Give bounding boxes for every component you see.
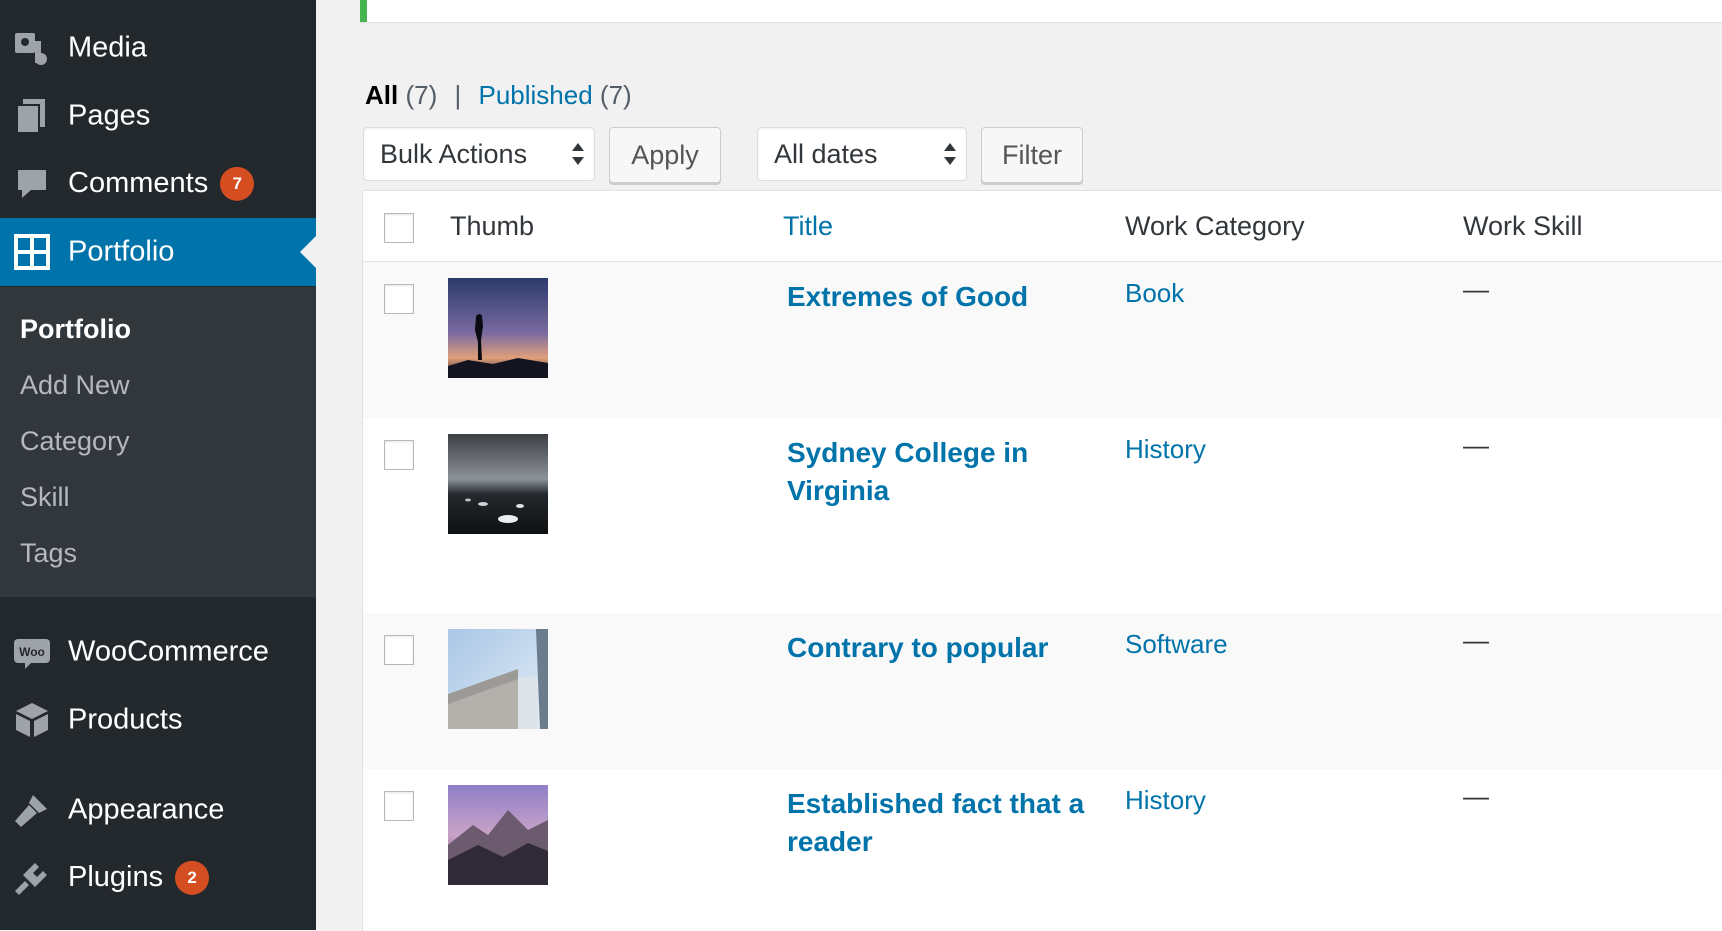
table-row: Contrary to popular Software — [363,613,1722,769]
row-category-link[interactable]: Book [1125,278,1184,309]
post-status-views: All (7) | Published (7) [365,80,632,111]
row-checkbox[interactable] [384,440,414,470]
plugins-icon [13,859,51,897]
table-header: Thumb Title Work Category Work Skill [363,191,1722,262]
menu-label-woocommerce: WooCommerce [68,635,269,668]
menu-item-portfolio[interactable]: Portfolio [0,218,316,286]
menu-label-plugins: Plugins 2 [68,861,210,896]
column-work-skill: Work Skill [1463,211,1583,241]
select-arrows-icon [572,143,584,165]
menu-item-products[interactable]: Products [0,686,316,754]
appearance-icon [13,791,51,829]
menu-item-media[interactable]: Media [0,14,316,82]
woocommerce-icon: Woo [13,633,51,671]
thumbnail-image[interactable] [448,278,548,378]
row-checkbox[interactable] [384,791,414,821]
submenu-item-add-new[interactable]: Add New [20,370,130,401]
thumbnail-image[interactable] [448,434,548,534]
submenu-item-category[interactable]: Category [20,426,130,457]
view-all-link[interactable]: All [365,80,398,110]
comments-count-badge: 7 [220,167,255,202]
column-work-category: Work Category [1125,211,1305,241]
menu-label-media: Media [68,31,147,64]
menu-item-appearance[interactable]: Appearance [0,776,316,844]
menu-label-pages: Pages [68,99,151,132]
row-title-link[interactable]: Sydney College in Virginia [787,434,1097,510]
menu-label-products: Products [68,703,183,736]
submenu-item-skill[interactable]: Skill [20,482,70,513]
date-filter-select[interactable]: All dates [757,127,967,181]
row-title-link[interactable]: Established fact that a reader [787,785,1097,861]
admin-notice [360,0,1722,22]
column-thumb: Thumb [450,211,535,241]
media-icon [13,29,51,67]
menu-label-portfolio: Portfolio [68,235,175,268]
row-category-link[interactable]: History [1125,434,1206,465]
portfolio-icon [13,233,51,271]
table-row: Extremes of Good Book — [363,262,1722,418]
row-checkbox[interactable] [384,284,414,314]
date-filter-value: All dates [774,139,878,169]
row-checkbox[interactable] [384,635,414,665]
submenu-item-portfolio[interactable]: Portfolio [20,314,131,345]
pages-icon [13,97,51,135]
row-category-link[interactable]: Software [1125,629,1228,660]
row-skill: — [1463,625,1489,655]
select-all-checkbox[interactable] [384,213,414,243]
table-row: Established fact that a reader History — [363,769,1722,931]
menu-item-woocommerce[interactable]: Woo WooCommerce [0,618,316,686]
thumbnail-image[interactable] [448,785,548,885]
bulk-actions-select[interactable]: Bulk Actions [363,127,595,181]
menu-label-appearance: Appearance [68,793,225,826]
view-published-link[interactable]: Published [478,80,592,110]
portfolio-submenu: Portfolio Add New Category Skill Tags [0,287,316,597]
menu-item-comments[interactable]: Comments 7 [0,150,316,218]
row-skill: — [1463,430,1489,460]
row-title-link[interactable]: Contrary to popular [787,629,1097,667]
view-all-count: (7) [405,80,438,110]
thumbnail-image[interactable] [448,629,548,729]
portfolio-list-table: Thumb Title Work Category Work Skill Ext… [362,190,1722,931]
column-title[interactable]: Title [783,211,833,242]
row-title-link[interactable]: Extremes of Good [787,278,1097,316]
view-published-count: (7) [599,80,632,110]
filter-button[interactable]: Filter [981,127,1083,183]
row-category-link[interactable]: History [1125,785,1206,816]
svg-text:Woo: Woo [19,645,45,659]
view-separator: | [454,80,462,110]
table-row: Sydney College in Virginia History — [363,418,1722,613]
plugins-update-badge: 2 [175,861,210,896]
apply-button[interactable]: Apply [609,127,721,183]
menu-label-comments: Comments 7 [68,167,255,202]
row-skill: — [1463,781,1489,811]
select-arrows-icon [944,143,956,165]
menu-item-pages[interactable]: Pages [0,82,316,150]
comments-icon [13,165,51,203]
row-skill: — [1463,274,1489,304]
bulk-actions-value: Bulk Actions [380,139,528,169]
products-icon [13,701,51,739]
submenu-item-tags[interactable]: Tags [20,538,77,569]
admin-sidebar: Media Pages Comments 7 Portfolio Portfoli… [0,0,316,930]
menu-item-plugins[interactable]: Plugins 2 [0,844,316,912]
